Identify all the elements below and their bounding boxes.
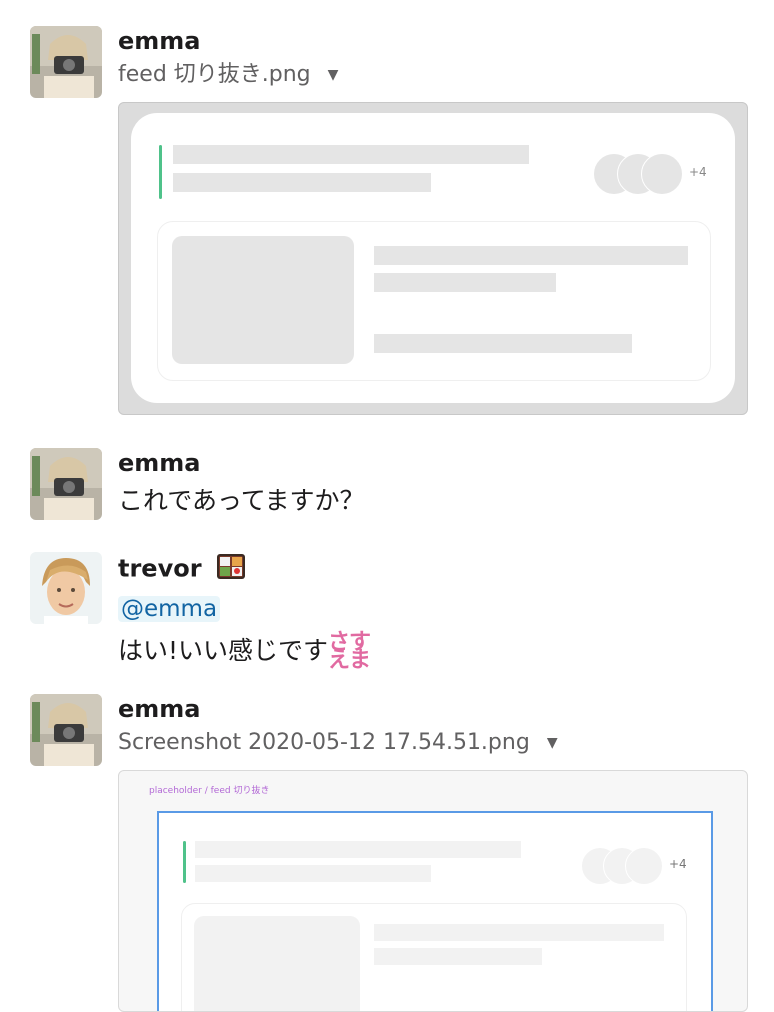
accent-bar <box>183 841 186 883</box>
username[interactable]: emma <box>118 694 201 724</box>
skeleton-line <box>374 246 688 265</box>
username[interactable]: emma <box>118 26 201 56</box>
username[interactable]: emma <box>118 448 201 478</box>
accent-bar <box>159 145 162 199</box>
skeleton-line <box>374 924 664 941</box>
message-text-body: はい!いい感じです <box>118 636 329 665</box>
file-name[interactable]: feed 切り抜き.png ▼ <box>118 60 338 90</box>
skeleton-line <box>374 948 542 965</box>
file-name-label[interactable]: Screenshot 2020-05-12 17.54.51.png <box>118 730 530 755</box>
avatar-trevor[interactable] <box>30 552 102 624</box>
skeleton-line <box>374 334 632 353</box>
frame-label: placeholder / feed 切り抜き <box>149 786 270 796</box>
count-badge: +4 <box>689 165 707 179</box>
skeleton-line <box>374 273 556 292</box>
chevron-down-icon[interactable]: ▼ <box>328 60 339 90</box>
file-name[interactable]: Screenshot 2020-05-12 17.54.51.png ▼ <box>118 728 558 758</box>
file-preview[interactable]: +4 <box>118 102 748 415</box>
preview-card: +4 <box>131 113 735 403</box>
bento-box-emoji <box>216 552 246 587</box>
inner-card <box>157 221 711 381</box>
message-text: これであってますか？ <box>118 486 365 515</box>
skeleton-image <box>172 236 354 364</box>
skeleton-image <box>194 916 360 1011</box>
skeleton-line <box>173 173 431 192</box>
count-badge: +4 <box>669 857 687 871</box>
message-text: はい!いい感じです さす えま <box>118 630 371 673</box>
skeleton-line <box>195 865 431 882</box>
username[interactable]: trevor <box>118 552 246 587</box>
avatar-stack: +4 <box>593 153 713 195</box>
skeleton-line <box>173 145 529 164</box>
chevron-down-icon[interactable]: ▼ <box>547 728 558 758</box>
file-name-label[interactable]: feed 切り抜き.png <box>118 62 311 87</box>
file-preview[interactable]: placeholder / feed 切り抜き +4 <box>118 770 748 1012</box>
mention-emma[interactable]: @emma <box>118 596 221 622</box>
selection-frame: +4 <box>157 811 713 1011</box>
avatar-emma[interactable] <box>30 694 102 766</box>
skeleton-line <box>195 841 521 858</box>
mention-line: @emma <box>118 592 221 626</box>
username-label[interactable]: trevor <box>118 555 202 583</box>
sasuema-emoji: さす えま <box>328 630 371 673</box>
avatar-emma[interactable] <box>30 448 102 520</box>
avatar-emma[interactable] <box>30 26 102 98</box>
avatar-stack: +4 <box>581 847 701 887</box>
inner-card <box>181 903 687 1011</box>
